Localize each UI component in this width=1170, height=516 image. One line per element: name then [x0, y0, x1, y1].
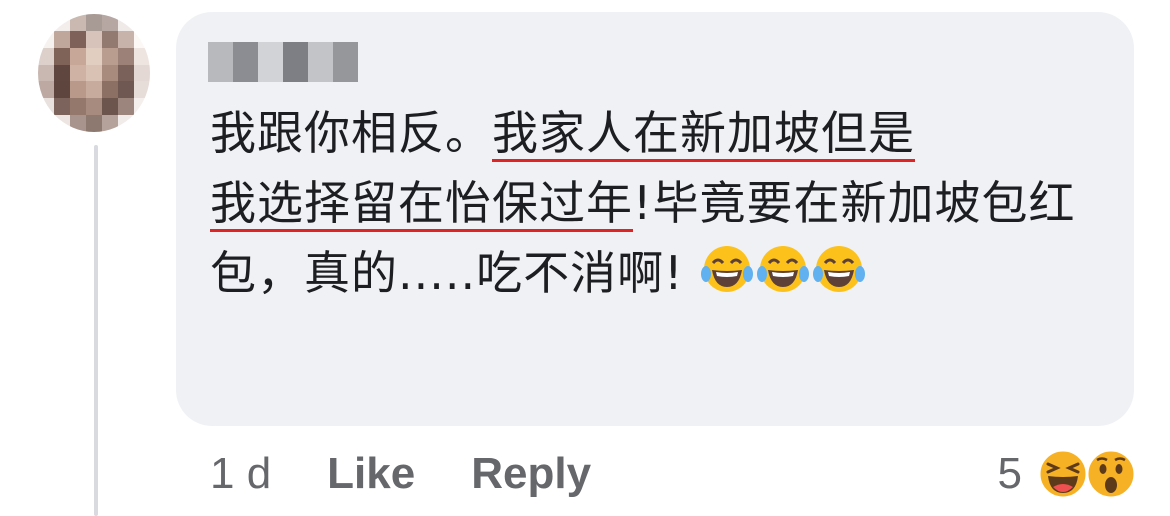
comment-text-underlined: 我选择留在怡保过年	[210, 176, 633, 230]
avatar[interactable]	[38, 14, 150, 132]
author-name-blurred[interactable]	[208, 42, 358, 82]
laughing-tears-icon	[757, 246, 810, 292]
haha-reaction-icon	[1037, 448, 1089, 500]
reply-thread-line	[94, 145, 98, 516]
comment-text-part: 我跟你相反。	[210, 106, 492, 160]
reactions-summary[interactable]: 5	[998, 446, 1138, 502]
laughing-tears-icon	[813, 246, 866, 292]
comment-text-underlined: 我家人在新加坡但是	[492, 106, 915, 160]
comment-timestamp[interactable]: 1 d	[210, 449, 271, 499]
wow-reaction-icon	[1085, 448, 1137, 500]
like-button[interactable]: Like	[327, 449, 415, 499]
comment-text: 我跟你相反。我家人在新加坡但是 我选择留在怡保过年!毕竟要在新加坡包红包，真的..…	[210, 98, 1110, 308]
reaction-count: 5	[997, 449, 1022, 498]
reply-button[interactable]: Reply	[471, 449, 591, 499]
comment-actions: 1 d Like Reply	[210, 446, 647, 502]
laughing-tears-icon	[701, 246, 754, 292]
